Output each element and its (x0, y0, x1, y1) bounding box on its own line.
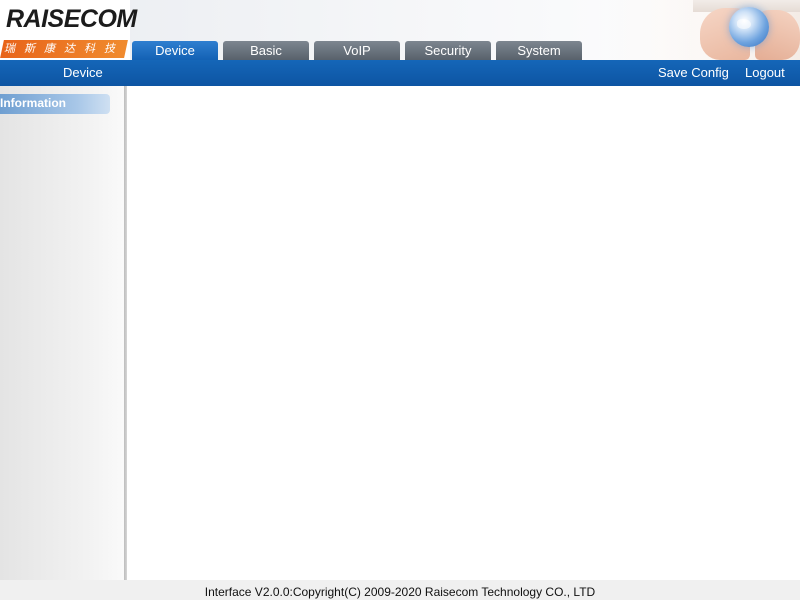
logo-tagline: 瑞斯康达科技 (4, 42, 124, 55)
current-section-label: Device (63, 65, 103, 80)
sidebar: Information (0, 86, 124, 580)
globe-in-hands-icon (605, 0, 800, 60)
footer-copyright: Interface V2.0.0:Copyright(C) 2009-2020 … (0, 580, 800, 600)
main-content (127, 86, 800, 580)
header-banner: RAISECOM 瑞斯康达科技 Device Basic VoIP Securi… (0, 0, 800, 60)
save-config-link[interactable]: Save Config (658, 60, 729, 86)
sidebar-item-information[interactable]: Information (0, 94, 110, 114)
hero-globe (729, 7, 769, 47)
tab-basic[interactable]: Basic (223, 41, 309, 60)
logout-link[interactable]: Logout (745, 60, 785, 86)
tab-system[interactable]: System (496, 41, 582, 60)
logo: RAISECOM 瑞斯康达科技 (0, 0, 137, 60)
tab-voip[interactable]: VoIP (314, 41, 400, 60)
tab-security[interactable]: Security (405, 41, 491, 60)
top-navbar: Device Save Config Logout (0, 60, 800, 86)
app-root: RAISECOM 瑞斯康达科技 Device Basic VoIP Securi… (0, 0, 800, 600)
logo-wordmark: RAISECOM (6, 5, 137, 33)
tab-device[interactable]: Device (132, 41, 218, 60)
main-tabs: Device Basic VoIP Security System (132, 41, 582, 60)
